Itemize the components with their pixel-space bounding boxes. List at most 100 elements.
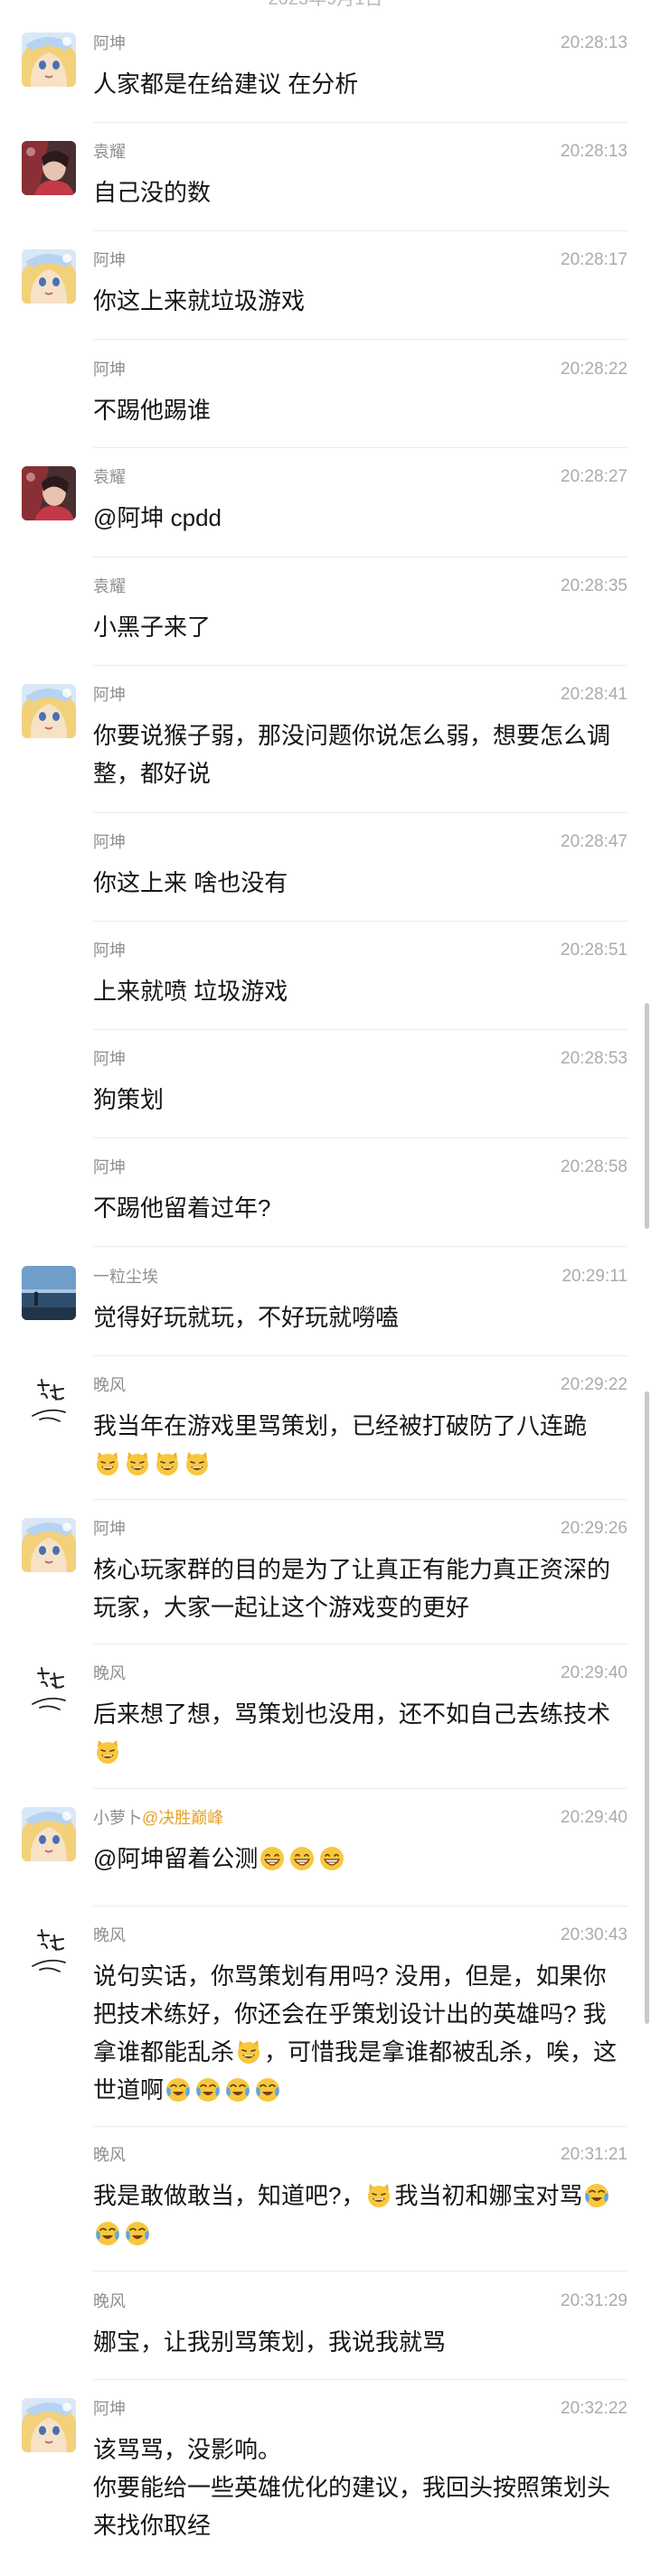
message-body[interactable]: 觉得好玩就玩，不好玩就嘮嗑 xyxy=(93,1298,623,1336)
message-divider xyxy=(93,1499,627,1500)
sender-name[interactable]: 阿坤 xyxy=(93,831,126,853)
sender-name[interactable]: 袁耀 xyxy=(93,466,126,488)
sender-name[interactable]: 晚风 xyxy=(93,2290,126,2312)
sender-name[interactable]: 阿坤 xyxy=(93,1157,126,1178)
message-time: 20:28:13 xyxy=(561,142,627,161)
scrollbar-thumb[interactable] xyxy=(645,1003,649,1229)
sender-name[interactable]: 阿坤 xyxy=(93,1048,126,1070)
sender-name[interactable]: 袁耀 xyxy=(93,576,126,597)
message-time: 20:28:47 xyxy=(561,832,627,851)
message-body[interactable]: 上来就喷 垃圾游戏 xyxy=(93,972,623,1010)
crying-laugh-emoji-icon xyxy=(224,2076,251,2103)
crying-laugh-emoji-icon xyxy=(124,2220,151,2247)
sender-name[interactable]: 阿坤 xyxy=(93,684,126,706)
message-text: 上来就喷 垃圾游戏 xyxy=(93,978,288,1005)
message-time: 20:28:58 xyxy=(561,1157,627,1176)
avatar[interactable] xyxy=(22,1807,76,1861)
message-text: 觉得好玩就玩，不好玩就嘮嗑 xyxy=(93,1304,400,1331)
message-text: 不踢他踢谁 xyxy=(93,397,212,424)
big-grin-emoji-icon xyxy=(318,1845,345,1872)
message-divider xyxy=(93,1788,627,1789)
message-time: 20:28:41 xyxy=(561,685,627,704)
message-body[interactable]: 自己没的数 xyxy=(93,173,623,211)
sender-name[interactable]: 晚风 xyxy=(93,2144,126,2166)
message-body[interactable]: 该骂骂，没影响。 你要能给一些英雄优化的建议，我回头按照策划头来找你取经 xyxy=(93,2431,623,2544)
message-body[interactable]: 不踢他踢谁 xyxy=(93,391,623,429)
message-text: 核心玩家群的目的是为了让真正有能力真正资深的玩家，大家一起让这个游戏变的更好 xyxy=(93,1556,611,1621)
message-divider xyxy=(93,339,627,340)
message-body[interactable]: 后来想了想，骂策划也没用，还不如自己去练技术 xyxy=(93,1695,623,1771)
message-time: 20:30:43 xyxy=(561,1925,627,1944)
message-text: 你这上来 啥也没有 xyxy=(93,869,288,896)
sender-name[interactable]: 阿坤 xyxy=(93,940,126,961)
message-divider xyxy=(93,447,627,448)
avatar[interactable] xyxy=(22,2398,76,2452)
message-body[interactable]: 我是敢做敢当，知道吧?， 我当初和娜宝对骂 xyxy=(93,2177,623,2253)
message-body[interactable]: @阿坤 cpdd xyxy=(93,499,623,537)
message-body[interactable]: @阿坤留着公测 xyxy=(93,1840,623,1878)
message-time: 20:29:40 xyxy=(561,1808,627,1827)
sender-name[interactable]: 一粒尘埃 xyxy=(93,1266,158,1288)
message-divider xyxy=(93,1246,627,1247)
message-text: 娜宝，让我别骂策划，我说我就骂 xyxy=(93,2328,447,2356)
message-text: 后来想了想，骂策划也没用，还不如自己去练技术 xyxy=(93,1700,611,1728)
message-time: 20:32:22 xyxy=(561,2399,627,2418)
sender-name[interactable]: 晚风 xyxy=(93,1374,126,1396)
message-body[interactable]: 人家都是在给建议 在分析 xyxy=(93,65,623,103)
sender-name[interactable]: 袁耀 xyxy=(93,141,126,163)
message-body[interactable]: 狗策划 xyxy=(93,1081,623,1119)
message-body[interactable]: 我当年在游戏里骂策划，已经被打破防了八连跪 xyxy=(93,1407,623,1483)
message-body[interactable]: 核心玩家群的目的是为了让真正有能力真正资深的玩家，大家一起让这个游戏变的更好 xyxy=(93,1550,623,1626)
message-time: 20:28:17 xyxy=(561,250,627,269)
message-time: 20:28:27 xyxy=(561,467,627,486)
message-body[interactable]: 你要说猴子弱，那没问题你说怎么弱，想要怎么调整，都好说 xyxy=(93,717,623,792)
avatar[interactable] xyxy=(22,1374,76,1429)
avatar[interactable] xyxy=(22,1266,76,1320)
message-body[interactable]: 你这上来就垃圾游戏 xyxy=(93,282,623,320)
message-text: 小黑子来了 xyxy=(93,614,212,641)
message-time: 20:28:51 xyxy=(561,941,627,960)
scrollbar-thumb-lower[interactable] xyxy=(645,1391,649,2024)
message-text: 自己没的数 xyxy=(93,179,212,206)
message-time: 20:29:26 xyxy=(561,1519,627,1538)
big-grin-emoji-icon xyxy=(288,1845,316,1872)
message-body[interactable]: 不踢他留着过年? xyxy=(93,1189,623,1227)
sender-name[interactable]: 阿坤 xyxy=(93,1518,126,1540)
sender-name[interactable]: 阿坤 xyxy=(93,359,126,380)
message-time: 20:31:21 xyxy=(561,2145,627,2164)
sender-name[interactable]: 晚风 xyxy=(93,1925,126,1946)
sender-name[interactable]: 阿坤 xyxy=(93,2398,126,2420)
crying-laugh-emoji-icon xyxy=(94,2220,121,2247)
message-text: 不踢他留着过年? xyxy=(93,1194,271,1222)
avatar[interactable] xyxy=(22,684,76,738)
message-text: 你这上来就垃圾游戏 xyxy=(93,287,306,314)
message-body[interactable]: 你这上来 啥也没有 xyxy=(93,864,623,902)
message-time: 20:28:35 xyxy=(561,576,627,595)
message-time: 20:28:13 xyxy=(561,33,627,52)
avatar[interactable] xyxy=(22,1663,76,1717)
message-time: 20:28:22 xyxy=(561,360,627,379)
sender-name[interactable]: 阿坤 xyxy=(93,33,126,54)
cat-grin-emoji-icon xyxy=(365,2182,392,2209)
message-divider xyxy=(93,230,627,231)
big-grin-emoji-icon xyxy=(259,1845,286,1872)
message-divider xyxy=(93,812,627,813)
message-body[interactable]: 娜宝，让我别骂策划，我说我就骂 xyxy=(93,2323,623,2361)
sender-name[interactable]: 小萝卜@决胜巅峰 xyxy=(93,1807,223,1829)
sender-name[interactable]: 晚风 xyxy=(93,1663,126,1684)
sender-name[interactable]: 阿坤 xyxy=(93,249,126,271)
message-divider xyxy=(93,2271,627,2272)
avatar[interactable] xyxy=(22,1925,76,1979)
message-time: 20:29:22 xyxy=(561,1375,627,1394)
message-body[interactable]: 说句实话，你骂策划有用吗? 没用，但是，如果你把技术练好，你还会在乎策划设计出的… xyxy=(93,1957,623,2109)
message-text-part: 我是敢做敢当，知道吧?， xyxy=(93,2182,365,2209)
avatar[interactable] xyxy=(22,1518,76,1572)
message-body[interactable]: 小黑子来了 xyxy=(93,608,623,646)
avatar[interactable] xyxy=(22,249,76,304)
cat-grin-emoji-icon xyxy=(235,2038,262,2065)
avatar[interactable] xyxy=(22,33,76,87)
message-text: 你要说猴子弱，那没问题你说怎么弱，想要怎么调整，都好说 xyxy=(93,722,611,787)
avatar[interactable] xyxy=(22,466,76,520)
crying-laugh-emoji-icon xyxy=(583,2182,610,2209)
avatar[interactable] xyxy=(22,141,76,195)
